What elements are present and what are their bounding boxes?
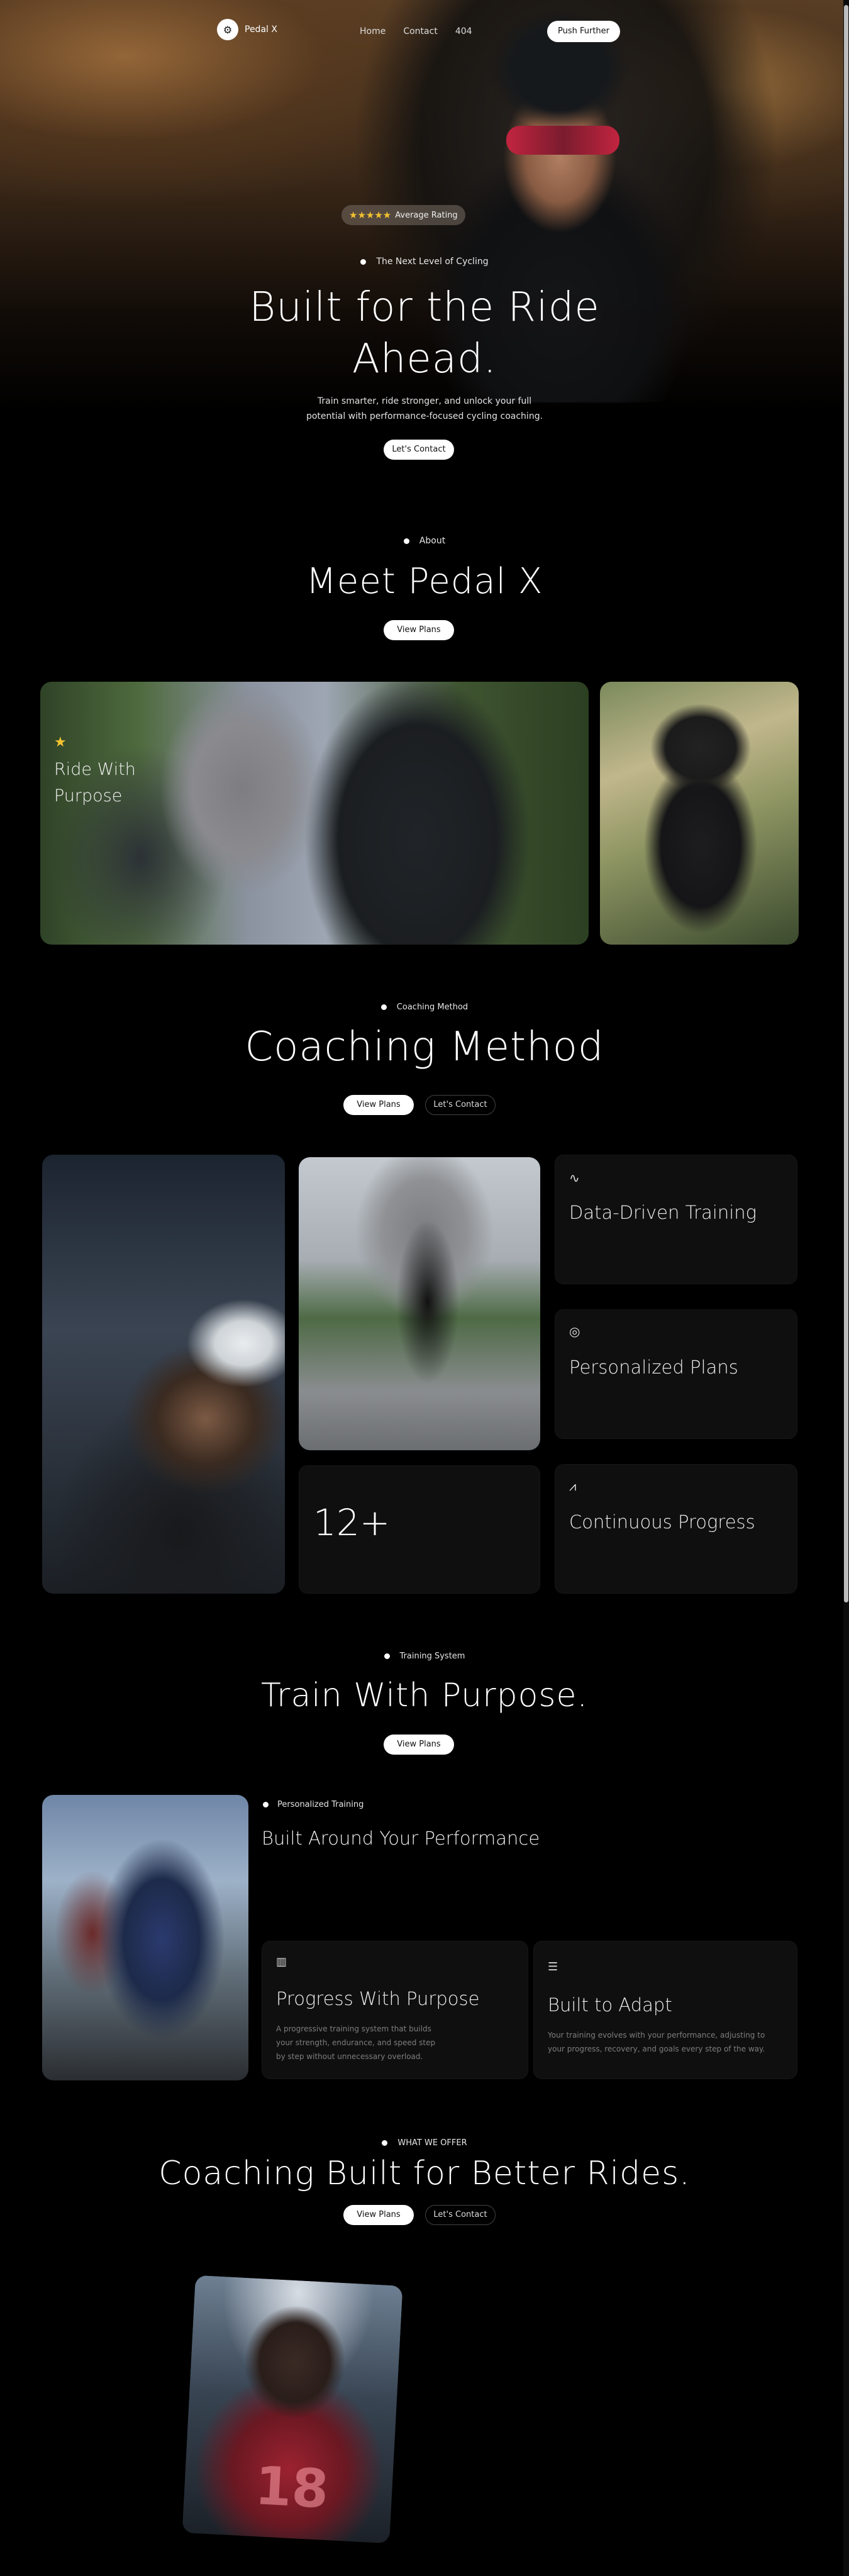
- scrollbar-thumb[interactable]: [844, 5, 848, 1602]
- star-rating-icon: ★★★★★: [349, 209, 392, 221]
- dot-icon: [360, 258, 367, 265]
- hero-subtitle-line-2: potential with performance-focused cycli…: [306, 411, 543, 421]
- personalized-training-text: Personalized Training: [277, 1800, 364, 1809]
- wet-road-cyclists-image: [42, 1795, 248, 2080]
- training-eyebrow-text: Training System: [399, 1652, 465, 1661]
- progress-text-line-1: A progressive training system that build…: [276, 2024, 431, 2033]
- offer-view-plans-button[interactable]: View Plans: [343, 2205, 414, 2225]
- feature-title: Data-Driven Training: [569, 1202, 757, 1223]
- hero-title-line-2: Ahead.: [352, 336, 497, 382]
- dot-icon: [382, 2140, 388, 2146]
- adapt-card: ☰ Built to Adapt Your training evolves w…: [533, 1941, 797, 2079]
- nav-link-home[interactable]: Home: [360, 26, 386, 36]
- hero-contact-button[interactable]: Let's Contact: [384, 440, 454, 460]
- feature-continuous-progress: ⩘ Continuous Progress: [555, 1464, 797, 1594]
- years-stat: 12+: [313, 1501, 391, 1544]
- personalized-training-eyebrow: Personalized Training: [263, 1800, 363, 1809]
- hero-title-line-1: Built for the Ride: [249, 284, 600, 331]
- dot-icon: [380, 1004, 387, 1010]
- brand-logo[interactable]: ⚙ Pedal X: [217, 19, 277, 40]
- hero-subtitle: Train smarter, ride stronger, and unlock…: [0, 394, 849, 424]
- race-peloton-image: [40, 682, 589, 945]
- dot-icon: [384, 1653, 390, 1659]
- about-view-plans-button[interactable]: View Plans: [384, 620, 454, 640]
- football-player-image: 18: [182, 2275, 403, 2544]
- jersey-number: 18: [253, 2455, 330, 2521]
- ride-with-purpose-label: ★ Ride With Purpose: [54, 735, 136, 809]
- target-icon: ◎: [569, 1324, 580, 1339]
- offer-title: Coaching Built for Better Rides.: [158, 2155, 691, 2192]
- coaching-contact-button[interactable]: Let's Contact: [425, 1095, 496, 1115]
- bike-icon: ⚙: [217, 19, 238, 40]
- bar-chart-icon: ▥: [276, 1955, 287, 1968]
- progress-card-title: Progress With Purpose: [276, 1988, 480, 2009]
- coaching-title: Coaching Method: [245, 1024, 604, 1070]
- adapt-text-line-2: your progress, recovery, and goals every…: [548, 2045, 765, 2053]
- training-view-plans-button[interactable]: View Plans: [384, 1735, 454, 1755]
- about-title: Meet Pedal X: [306, 561, 543, 602]
- star-icon: ★: [54, 735, 67, 750]
- ride-label-line-2: Purpose: [54, 786, 123, 806]
- offer-contact-button[interactable]: Let's Contact: [425, 2205, 496, 2225]
- nav-link-contact[interactable]: Contact: [403, 26, 437, 36]
- push-further-button[interactable]: Push Further: [547, 21, 620, 42]
- adapt-text-line-1: Your training evolves with your performa…: [548, 2031, 765, 2040]
- feature-personalized-plans: ◎ Personalized Plans: [555, 1309, 797, 1439]
- feature-title: Continuous Progress: [569, 1511, 755, 1533]
- feature-title: Personalized Plans: [569, 1357, 738, 1378]
- hero-eyebrow-text: The Next Level of Cycling: [376, 257, 489, 267]
- hero-section: [0, 0, 849, 503]
- stat-tile: 12+: [299, 1465, 540, 1594]
- feature-data-driven: ∿ Data-Driven Training: [555, 1155, 797, 1284]
- coaching-eyebrow: Coaching Method: [0, 1002, 849, 1012]
- training-eyebrow: Training System: [0, 1652, 849, 1661]
- nav-link-404[interactable]: 404: [455, 26, 472, 36]
- chart-icon: ⩘: [569, 1479, 577, 1494]
- arc-de-triomphe-race-image: [299, 1157, 540, 1450]
- progress-card: ▥ Progress With Purpose A progressive tr…: [262, 1941, 528, 2079]
- progress-text-line-2: your strength, endurance, and speed step: [276, 2038, 436, 2047]
- coaching-eyebrow-text: Coaching Method: [396, 1002, 469, 1012]
- sliders-icon: ☰: [548, 1960, 558, 1974]
- brand-name: Pedal X: [245, 25, 277, 35]
- cyclist-portrait-image: [600, 682, 799, 945]
- offer-eyebrow: WHAT WE OFFER: [0, 2138, 849, 2148]
- hero-sunglasses: [506, 126, 619, 155]
- training-title: Train With Purpose.: [260, 1677, 589, 1714]
- progress-card-text: A progressive training system that build…: [276, 2022, 435, 2063]
- training-subtitle: Built Around Your Performance: [262, 1828, 540, 1849]
- progress-text-line-3: by step without unnecessary overload.: [276, 2052, 423, 2061]
- ride-label-line-1: Ride With: [54, 760, 136, 779]
- dot-icon: [263, 1802, 269, 1807]
- main-nav: Home Contact 404: [360, 26, 472, 36]
- adapt-card-title: Built to Adapt: [548, 1994, 672, 2016]
- hero-title: Built for the Ride Ahead.: [0, 282, 849, 385]
- adapt-card-text: Your training evolves with your performa…: [548, 2028, 765, 2056]
- about-eyebrow: About: [0, 536, 849, 546]
- coaching-view-plans-button[interactable]: View Plans: [343, 1095, 414, 1115]
- activity-icon: ∿: [569, 1170, 580, 1185]
- rating-label: Average Rating: [395, 210, 458, 220]
- hero-subtitle-line-1: Train smarter, ride stronger, and unlock…: [317, 396, 532, 406]
- rating-badge: ★★★★★ Average Rating: [341, 205, 465, 225]
- speed-cyclist-image: [42, 1155, 285, 1594]
- about-eyebrow-text: About: [419, 536, 446, 546]
- hero-eyebrow: The Next Level of Cycling: [0, 257, 849, 267]
- dot-icon: [403, 538, 409, 544]
- offer-eyebrow-text: WHAT WE OFFER: [397, 2138, 467, 2148]
